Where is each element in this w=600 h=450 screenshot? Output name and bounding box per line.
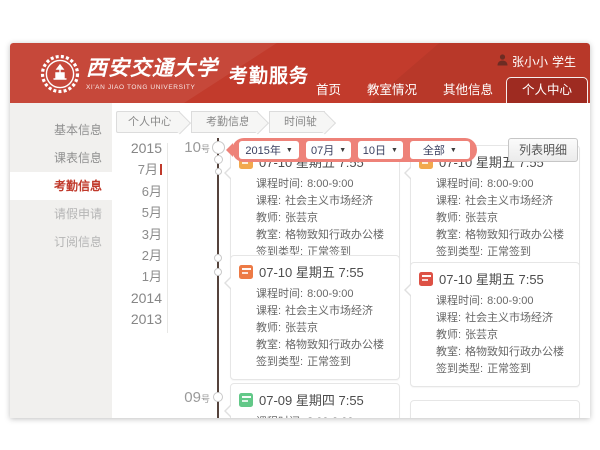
card-pointer	[224, 166, 231, 180]
field-course-time: 课程时间:8:00-9:00	[436, 176, 571, 193]
card-pointer	[404, 166, 411, 180]
card-date: 07-09 星期四 7:55	[259, 390, 364, 409]
card-date: 07-10 星期五 7:55	[259, 262, 364, 281]
timeline-node-large	[212, 141, 225, 154]
field-course-time: 课程时间:8:00-9:00	[256, 414, 391, 418]
rail-year-2013[interactable]: 2013	[70, 309, 162, 330]
status-calendar-icon	[239, 393, 253, 407]
user-name: 张小小	[512, 53, 548, 70]
person-icon	[497, 54, 508, 69]
main-nav: 首页 教室情况 其他信息 个人中心	[303, 77, 588, 103]
field-signin-type: 签到类型:正常签到	[436, 244, 571, 261]
timeline-node	[214, 268, 222, 276]
status-calendar-icon	[239, 265, 253, 279]
nav-item-home[interactable]: 首页	[303, 77, 354, 103]
field-classroom: 教室:格物致知行政办公楼	[256, 337, 391, 354]
user-role: 学生	[552, 53, 576, 70]
rail-year-2015[interactable]: 2015	[70, 138, 162, 159]
day-marker-09: 09号	[170, 389, 210, 406]
attendance-card[interactable]: 07-10 星期五 7:55 课程时间:8:00-9:00 课程:社会主义市场经…	[410, 145, 580, 270]
field-course: 课程:社会主义市场经济	[436, 310, 571, 327]
breadcrumb: 个人中心 考勤信息 时间轴	[116, 111, 336, 133]
field-teacher: 教师:张芸京	[256, 320, 391, 337]
caret-down-icon: ▼	[391, 147, 398, 154]
university-name-cn: 西安交通大学	[86, 52, 218, 82]
card-pointer	[224, 404, 231, 418]
timeline-node	[213, 392, 223, 402]
university-name-block: 西安交通大学 XI'AN JIAO TONG UNIVERSITY	[86, 52, 218, 91]
field-signin-type: 签到类型:正常签到	[436, 361, 571, 378]
rail-divider	[167, 143, 168, 333]
nav-item-other-info[interactable]: 其他信息	[430, 77, 506, 103]
attendance-card[interactable]: 07-09 星期四 7:55 课程时间:8:00-9:00	[230, 383, 400, 418]
field-signin-type: 签到类型:正常签到	[256, 354, 391, 371]
timeline-node-medium	[214, 155, 223, 164]
list-detail-button[interactable]: 列表明细	[508, 138, 578, 162]
current-month-tick	[160, 164, 162, 175]
rail-month-5[interactable]: 5月	[70, 202, 162, 223]
caret-down-icon: ▼	[339, 147, 346, 154]
university-logo-icon	[40, 54, 80, 99]
timeline-line	[217, 138, 219, 418]
field-course: 课程:社会主义市场经济	[256, 193, 391, 210]
type-dropdown[interactable]: 全部▼	[410, 141, 470, 159]
university-name-en: XI'AN JIAO TONG UNIVERSITY	[86, 84, 218, 91]
caret-down-icon: ▼	[450, 147, 457, 154]
field-classroom: 教室:格物致知行政办公楼	[436, 227, 571, 244]
breadcrumb-timeline[interactable]: 时间轴	[269, 111, 325, 133]
rail-month-1[interactable]: 1月	[70, 266, 162, 287]
field-course: 课程:社会主义市场经济	[256, 303, 391, 320]
attendance-card-partial[interactable]	[410, 400, 580, 418]
app-header: 西安交通大学 XI'AN JIAO TONG UNIVERSITY 考勤服务 张…	[10, 43, 590, 103]
card-pointer	[224, 276, 231, 290]
day-marker-10: 10号	[170, 139, 210, 156]
attendance-card[interactable]: 07-10 星期五 7:55 课程时间:8:00-9:00 课程:社会主义市场经…	[410, 262, 580, 387]
field-course-time: 课程时间:8:00-9:00	[436, 293, 571, 310]
filter-bar-pointer	[226, 143, 233, 157]
field-course: 课程:社会主义市场经济	[436, 193, 571, 210]
filter-bar: 2015年▼ 07月▼ 10日▼ 全部▼	[232, 138, 477, 162]
breadcrumb-personal-center[interactable]: 个人中心	[116, 111, 180, 133]
rail-month-6[interactable]: 6月	[70, 181, 162, 202]
nav-item-personal-center[interactable]: 个人中心	[506, 77, 588, 103]
timeline-node-small	[215, 168, 222, 175]
timeline-node	[214, 254, 222, 262]
field-classroom: 教室:格物致知行政办公楼	[256, 227, 391, 244]
status-calendar-icon	[419, 272, 433, 286]
rail-year-2014[interactable]: 2014	[70, 288, 162, 309]
breadcrumb-attendance-info[interactable]: 考勤信息	[191, 111, 258, 133]
field-teacher: 教师:张芸京	[256, 210, 391, 227]
day-dropdown[interactable]: 10日▼	[358, 141, 403, 159]
rail-month-2[interactable]: 2月	[70, 245, 162, 266]
year-dropdown[interactable]: 2015年▼	[239, 141, 299, 159]
card-date: 07-10 星期五 7:55	[439, 269, 544, 288]
app-title: 考勤服务	[229, 61, 309, 88]
app-window: 西安交通大学 XI'AN JIAO TONG UNIVERSITY 考勤服务 张…	[10, 43, 590, 418]
year-month-rail: 2015 7月 6月 5月 3月 2月 1月 2014 2013	[70, 138, 162, 331]
field-teacher: 教师:张芸京	[436, 327, 571, 344]
field-course-time: 课程时间:8:00-9:00	[256, 286, 391, 303]
nav-item-classrooms[interactable]: 教室情况	[354, 77, 430, 103]
rail-month-7[interactable]: 7月	[70, 159, 162, 180]
field-classroom: 教室:格物致知行政办公楼	[436, 344, 571, 361]
month-dropdown[interactable]: 07月▼	[306, 141, 351, 159]
caret-down-icon: ▼	[286, 147, 293, 154]
rail-month-3[interactable]: 3月	[70, 224, 162, 245]
card-pointer	[404, 283, 411, 297]
attendance-card[interactable]: 07-10 星期五 7:55 课程时间:8:00-9:00 课程:社会主义市场经…	[230, 255, 400, 380]
attendance-card[interactable]: 07-10 星期五 7:55 课程时间:8:00-9:00 课程:社会主义市场经…	[230, 145, 400, 270]
field-teacher: 教师:张芸京	[436, 210, 571, 227]
field-course-time: 课程时间:8:00-9:00	[256, 176, 391, 193]
user-info[interactable]: 张小小 学生	[497, 53, 576, 70]
